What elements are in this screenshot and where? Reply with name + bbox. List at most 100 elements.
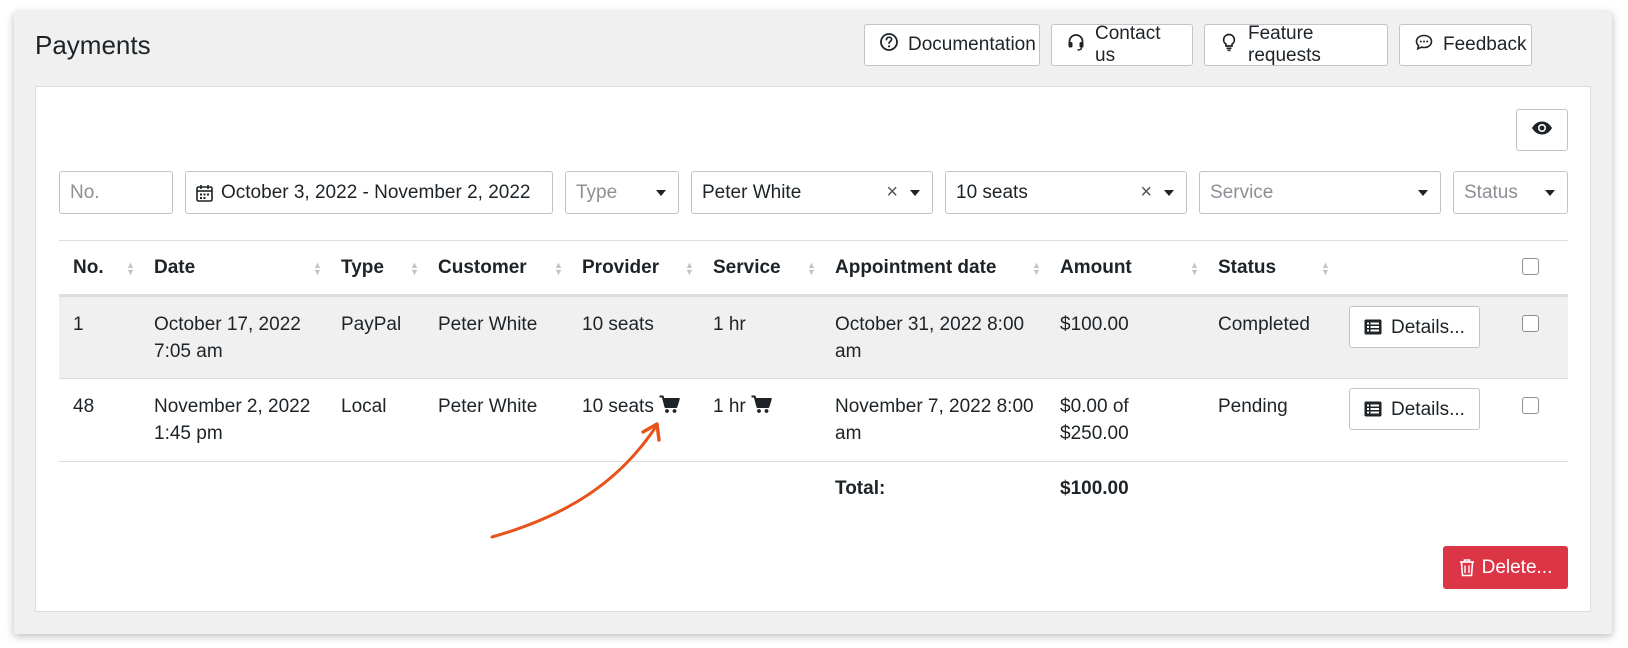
cell-status: Completed — [1204, 295, 1335, 379]
details-label: Details... — [1391, 316, 1465, 338]
column-header-service[interactable]: Service ▲ ▼ — [699, 240, 821, 297]
sort-icon: ▲ ▼ — [1032, 260, 1041, 277]
row-checkbox[interactable] — [1522, 315, 1539, 332]
cell-appointment-date: October 31, 2022 8:00 am — [821, 295, 1046, 379]
chevron-down-icon — [1418, 190, 1428, 196]
column-header-customer[interactable]: Customer ▲ ▼ — [424, 240, 568, 297]
payments-table: No. ▲ ▼ Date ▲ ▼ Type ▲ ▼ Customer ▲ ▼ Provider ▲… — [59, 240, 1568, 518]
cell-select — [1508, 378, 1568, 462]
sort-icon: ▲ ▼ — [1321, 260, 1330, 277]
cell-customer: Peter White — [424, 295, 568, 379]
cell-no: 48 — [59, 378, 140, 462]
contact-us-label: Contact us — [1095, 23, 1161, 66]
row-checkbox[interactable] — [1522, 397, 1539, 414]
status-filter-select[interactable]: Status — [1453, 171, 1568, 214]
cell-actions: Details... — [1335, 378, 1508, 462]
calendar-icon — [196, 184, 213, 202]
cart-icon — [659, 395, 680, 414]
provider-filter-value: 10 seats — [956, 181, 1028, 203]
list-icon — [1364, 319, 1391, 335]
page-title: Payments — [35, 30, 151, 60]
column-header-appointment-date[interactable]: Appointment date ▲ ▼ — [821, 240, 1046, 297]
sort-icon: ▲ ▼ — [1190, 260, 1199, 277]
lightbulb-icon — [1219, 32, 1248, 58]
provider-filter-select[interactable]: 10 seats × — [945, 171, 1187, 214]
status-filter-placeholder: Status — [1464, 181, 1518, 203]
customer-filter-select[interactable]: Peter White × — [691, 171, 933, 214]
total-value: $100.00 — [1060, 478, 1129, 499]
documentation-button[interactable]: Documentation — [864, 24, 1040, 66]
cell-amount: $100.00 — [1046, 295, 1204, 379]
cell-type: Local — [327, 378, 424, 462]
column-header-date[interactable]: Date ▲ ▼ — [140, 240, 327, 297]
cell-appointment-date: November 7, 2022 8:00 am — [821, 378, 1046, 462]
date-range-picker[interactable]: October 3, 2022 - November 2, 2022 — [185, 171, 553, 214]
cell-status: Pending — [1204, 378, 1335, 462]
details-label: Details... — [1391, 398, 1465, 420]
sort-icon: ▲ ▼ — [410, 260, 419, 277]
cell-date: November 2, 2022 1:45 pm — [140, 378, 327, 462]
service-filter-select[interactable]: Service — [1199, 171, 1441, 214]
column-header-status[interactable]: Status ▲ ▼ — [1204, 240, 1335, 297]
sort-icon: ▲ ▼ — [807, 260, 816, 277]
cell-provider: 10 seats — [568, 378, 699, 462]
total-label: Total: — [835, 478, 886, 499]
feature-requests-label: Feature requests — [1248, 23, 1321, 66]
sort-icon: ▲ ▼ — [554, 260, 563, 277]
number-filter-input[interactable]: No. — [59, 171, 173, 214]
eye-icon — [1531, 120, 1553, 141]
column-header-amount[interactable]: Amount ▲ ▼ — [1046, 240, 1204, 297]
delete-button[interactable]: Delete... — [1443, 546, 1568, 589]
cell-service: 1 hr — [699, 295, 821, 379]
contact-us-button[interactable]: Contact us — [1051, 23, 1193, 66]
type-filter-placeholder: Type — [576, 181, 618, 203]
feature-requests-button[interactable]: Feature requests — [1204, 23, 1388, 66]
cell-select — [1508, 295, 1568, 379]
column-header-provider[interactable]: Provider ▲ ▼ — [568, 240, 699, 297]
date-range-value: October 3, 2022 - November 2, 2022 — [221, 181, 531, 203]
chevron-down-icon — [1545, 190, 1555, 196]
details-button[interactable]: Details... — [1349, 388, 1480, 430]
chevron-down-icon — [656, 190, 666, 196]
service-filter-placeholder: Service — [1210, 181, 1274, 203]
sort-icon: ▲ ▼ — [313, 260, 322, 277]
cell-provider: 10 seats — [568, 295, 699, 379]
feedback-button[interactable]: Feedback — [1399, 24, 1532, 66]
cell-actions: Details... — [1335, 295, 1508, 379]
chevron-down-icon — [910, 190, 920, 196]
customer-filter-value: Peter White — [702, 181, 802, 203]
cart-icon — [751, 395, 772, 414]
total-row: Total: $100.00 — [59, 462, 1568, 518]
documentation-label: Documentation — [908, 34, 1036, 55]
feedback-label: Feedback — [1443, 34, 1527, 55]
sort-icon: ▲ ▼ — [685, 260, 694, 277]
select-all-checkbox[interactable] — [1522, 258, 1539, 275]
cell-customer: Peter White — [424, 378, 568, 462]
chevron-down-icon — [1164, 190, 1174, 196]
cell-type: PayPal — [327, 295, 424, 379]
cell-amount: $0.00 of $250.00 — [1046, 378, 1204, 462]
number-filter-placeholder: No. — [70, 181, 100, 203]
details-button[interactable]: Details... — [1349, 306, 1480, 348]
column-header-select — [1508, 240, 1568, 297]
cell-service: 1 hr — [699, 378, 821, 462]
column-header-no[interactable]: No. ▲ ▼ — [59, 240, 140, 297]
cell-date: October 17, 2022 7:05 am — [140, 295, 327, 379]
list-icon — [1364, 401, 1391, 417]
column-header-actions — [1335, 240, 1508, 297]
clear-customer-icon[interactable]: × — [886, 181, 898, 204]
column-header-type[interactable]: Type ▲ ▼ — [327, 240, 424, 297]
type-filter-select[interactable]: Type — [565, 171, 679, 214]
table-row: 1 October 17, 2022 7:05 am PayPal Peter W… — [59, 295, 1568, 379]
headset-icon — [1066, 32, 1095, 58]
table-header-row: No. ▲ ▼ Date ▲ ▼ Type ▲ ▼ Customer ▲ ▼ Provider ▲… — [59, 240, 1568, 297]
help-circle-icon — [879, 32, 908, 58]
column-visibility-button[interactable] — [1516, 109, 1568, 151]
clear-provider-icon[interactable]: × — [1140, 181, 1152, 204]
chat-bubble-icon — [1414, 32, 1443, 58]
trash-icon — [1459, 558, 1482, 577]
cell-no: 1 — [59, 295, 140, 379]
delete-label: Delete... — [1481, 556, 1553, 578]
sort-icon: ▲ ▼ — [126, 260, 135, 277]
table-row: 48 November 2, 2022 1:45 pm Local Peter W… — [59, 378, 1568, 462]
